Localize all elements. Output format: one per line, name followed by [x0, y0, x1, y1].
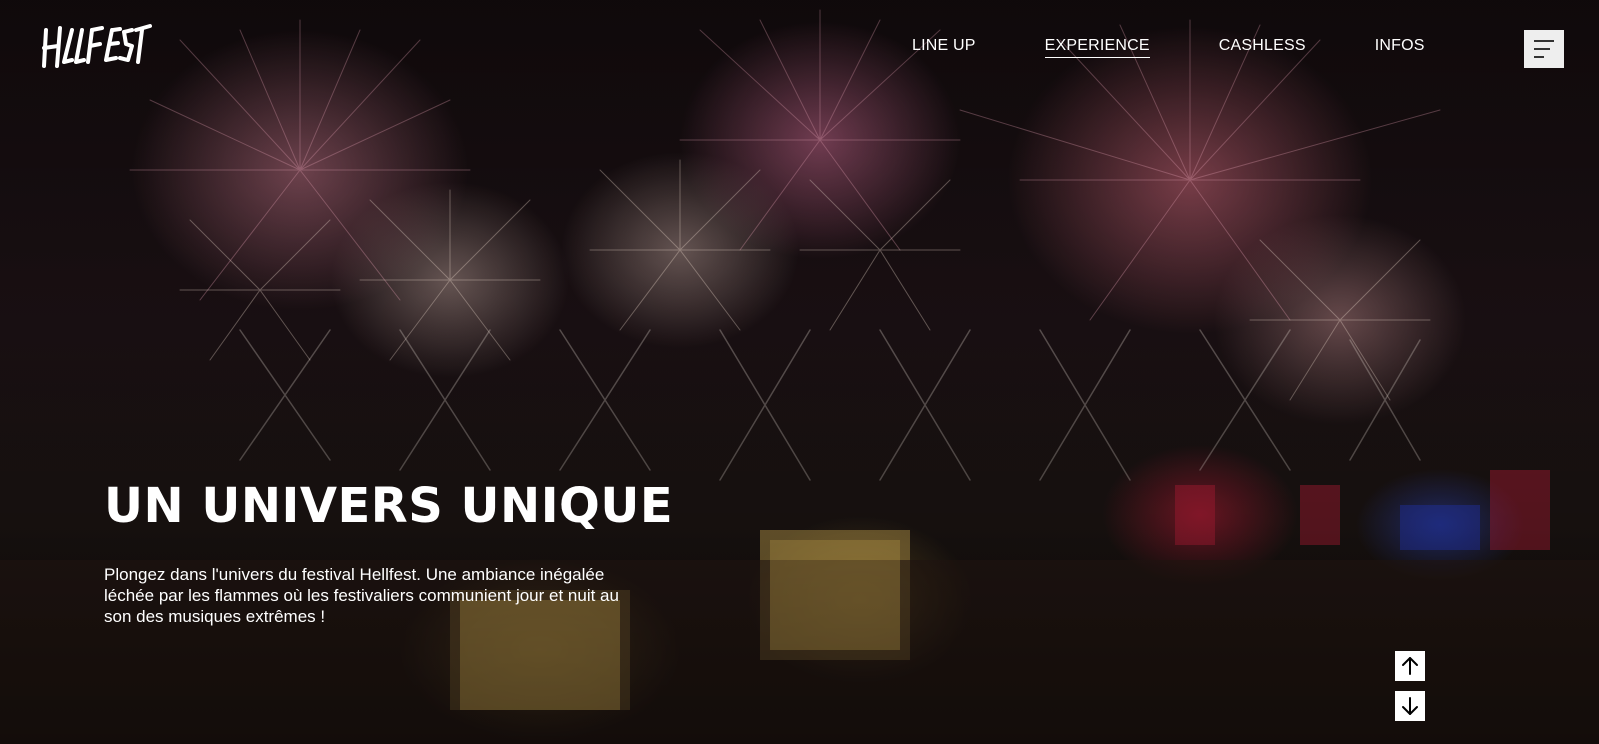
nav-item-line-up[interactable]: LINE UP	[912, 37, 976, 58]
hero-section: LINE UP EXPERIENCE CASHLESS INFOS UN UNI…	[0, 0, 1599, 744]
hellfest-logo[interactable]	[40, 22, 152, 74]
main-nav: LINE UP EXPERIENCE CASHLESS INFOS	[912, 37, 1425, 58]
hero-title: UN UNIVERS UNIQUE	[104, 478, 674, 534]
hero-description: Plongez dans l'univers du festival Hellf…	[104, 565, 619, 626]
scroll-up-button[interactable]	[1395, 651, 1425, 681]
arrow-down-icon	[1402, 697, 1418, 715]
hamburger-menu-icon-line	[1534, 48, 1550, 50]
nav-item-infos[interactable]: INFOS	[1375, 37, 1425, 58]
hero-dark-overlay	[0, 0, 1599, 744]
nav-item-experience[interactable]: EXPERIENCE	[1044, 37, 1150, 58]
scroll-down-button[interactable]	[1395, 691, 1425, 721]
nav-item-cashless[interactable]: CASHLESS	[1219, 37, 1306, 58]
hamburger-menu-icon	[1534, 40, 1554, 42]
menu-button[interactable]	[1524, 30, 1564, 68]
hamburger-menu-icon-line	[1534, 56, 1544, 58]
arrow-up-icon	[1402, 657, 1418, 675]
